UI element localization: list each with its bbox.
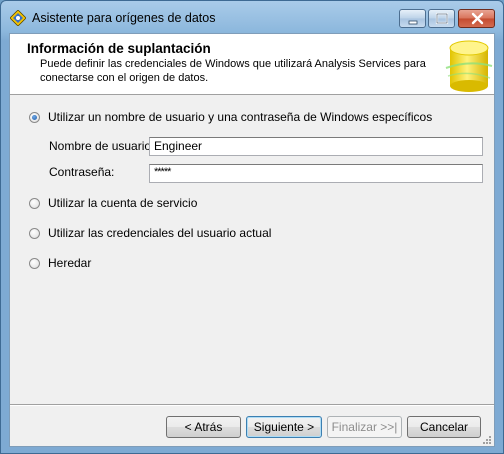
radio-current-user[interactable] [29, 227, 40, 239]
page-description: Puede definir las credenciales de Window… [40, 58, 426, 84]
close-icon [471, 12, 484, 25]
password-label: Contraseña: [49, 165, 115, 179]
option-label: Utilizar un nombre de usuario y una cont… [48, 110, 433, 124]
database-cylinder-icon [442, 38, 496, 92]
dialog-body: Información de suplantación Puede defini… [9, 33, 495, 447]
maximize-button[interactable] [428, 9, 455, 28]
radio-specific-windows-user[interactable] [29, 111, 40, 123]
wizard-window: Asistente para orígenes de datos Informa… [0, 0, 504, 454]
username-label: Nombre de usuario: [49, 139, 155, 153]
option-label: Utilizar las credenciales del usuario ac… [48, 226, 272, 240]
radio-service-account[interactable] [29, 197, 40, 209]
title-bar[interactable]: Asistente para orígenes de datos [1, 1, 503, 33]
option-inherit[interactable]: Heredar [29, 255, 91, 271]
option-specific-windows-user[interactable]: Utilizar un nombre de usuario y una cont… [29, 109, 432, 125]
resize-grip-icon[interactable] [482, 434, 492, 444]
minimize-icon [408, 20, 418, 25]
button-divider [10, 404, 494, 406]
wizard-header: Información de suplantación Puede defini… [10, 34, 494, 95]
option-current-user[interactable]: Utilizar las credenciales del usuario ac… [29, 225, 271, 241]
back-button[interactable]: < Atrás [166, 416, 241, 438]
window-title: Asistente para orígenes de datos [32, 11, 216, 25]
radio-inherit[interactable] [29, 257, 40, 269]
option-label: Heredar [48, 256, 92, 270]
next-button[interactable]: Siguiente > [246, 416, 322, 438]
page-title: Información de suplantación [27, 41, 211, 56]
option-label: Utilizar la cuenta de servicio [48, 196, 198, 210]
minimize-button[interactable] [399, 9, 426, 28]
cancel-button[interactable]: Cancelar [407, 416, 481, 438]
password-field[interactable]: ***** [149, 164, 483, 183]
username-field[interactable]: Engineer [149, 137, 483, 156]
option-service-account[interactable]: Utilizar la cuenta de servicio [29, 195, 197, 211]
finish-button[interactable]: Finalizar >>| [327, 416, 402, 438]
wizard-diamond-icon [9, 9, 27, 27]
close-button[interactable] [458, 9, 495, 28]
maximize-icon [435, 12, 449, 25]
